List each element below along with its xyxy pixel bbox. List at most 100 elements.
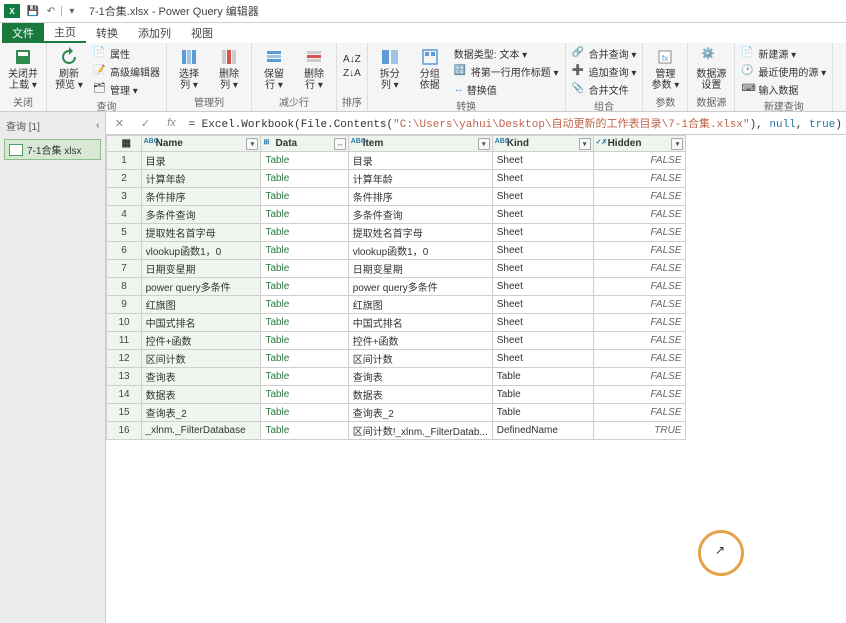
cell-item[interactable]: 区间计数: [348, 350, 492, 368]
cell-name[interactable]: 多条件查询: [141, 206, 261, 224]
row-number[interactable]: 5: [107, 224, 141, 242]
row-number[interactable]: 10: [107, 314, 141, 332]
cell-hidden[interactable]: FALSE: [593, 152, 686, 170]
qat-dropdown-icon[interactable]: ▾: [65, 4, 79, 18]
cell-kind[interactable]: Table: [492, 404, 593, 422]
cell-hidden[interactable]: FALSE: [593, 170, 686, 188]
row-number[interactable]: 3: [107, 188, 141, 206]
cell-name[interactable]: vlookup函数1，0: [141, 242, 261, 260]
cell-name[interactable]: 目录: [141, 152, 261, 170]
table-row[interactable]: 5提取姓名首字母Table提取姓名首字母SheetFALSE: [107, 224, 686, 242]
table-row[interactable]: 15查询表_2Table查询表_2TableFALSE: [107, 404, 686, 422]
cell-data[interactable]: Table: [261, 368, 348, 386]
cell-data[interactable]: Table: [261, 260, 348, 278]
filter-dropdown-icon[interactable]: ▾: [246, 138, 258, 150]
merge-query-button[interactable]: 🔗合并查询 ▾: [570, 45, 639, 62]
cell-kind[interactable]: Sheet: [492, 152, 593, 170]
recent-source-button[interactable]: 🕑最近使用的源 ▾: [739, 63, 828, 80]
row-number[interactable]: 15: [107, 404, 141, 422]
cell-item[interactable]: 条件排序: [348, 188, 492, 206]
manage-params-button[interactable]: fx管理 参数 ▾: [647, 45, 683, 93]
row-number[interactable]: 13: [107, 368, 141, 386]
sort-desc-button[interactable]: Z↓A: [341, 67, 363, 80]
cell-hidden[interactable]: FALSE: [593, 278, 686, 296]
cell-name[interactable]: 中国式排名: [141, 314, 261, 332]
properties-button[interactable]: 📄属性: [91, 45, 162, 62]
table-row[interactable]: 11控件+函数Table控件+函数SheetFALSE: [107, 332, 686, 350]
cell-data[interactable]: Table: [261, 242, 348, 260]
formula-input[interactable]: = Excel.Workbook(File.Contents("C:\Users…: [188, 115, 842, 131]
save-icon[interactable]: 💾: [26, 4, 40, 18]
cell-item[interactable]: 中国式排名: [348, 314, 492, 332]
cell-data[interactable]: Table: [261, 278, 348, 296]
remove-cols-button[interactable]: 删除 列 ▾: [211, 45, 247, 93]
refresh-button[interactable]: 刷新 预览 ▾: [51, 45, 87, 98]
cell-hidden[interactable]: FALSE: [593, 404, 686, 422]
tab-transform[interactable]: 转换: [86, 23, 128, 43]
cell-data[interactable]: Table: [261, 386, 348, 404]
cell-name[interactable]: 提取姓名首字母: [141, 224, 261, 242]
row-number[interactable]: 11: [107, 332, 141, 350]
datatype-button[interactable]: 数据类型: 文本 ▾: [452, 45, 561, 62]
cell-kind[interactable]: Sheet: [492, 224, 593, 242]
cell-item[interactable]: 控件+函数: [348, 332, 492, 350]
table-row[interactable]: 2计算年龄Table计算年龄SheetFALSE: [107, 170, 686, 188]
cell-hidden[interactable]: FALSE: [593, 296, 686, 314]
split-col-button[interactable]: 拆分 列 ▾: [372, 45, 408, 98]
adv-editor-button[interactable]: 📝高级编辑器: [91, 63, 162, 80]
replace-button[interactable]: ↔替换值: [452, 81, 561, 98]
table-row[interactable]: 14数据表Table数据表TableFALSE: [107, 386, 686, 404]
table-row[interactable]: 9红旗图Table红旗图SheetFALSE: [107, 296, 686, 314]
cell-hidden[interactable]: FALSE: [593, 188, 686, 206]
cell-name[interactable]: 查询表_2: [141, 404, 261, 422]
cell-kind[interactable]: Sheet: [492, 206, 593, 224]
row-number[interactable]: 1: [107, 152, 141, 170]
col-data[interactable]: ⊞Data↔: [261, 136, 348, 152]
expand-icon[interactable]: ↔: [334, 138, 346, 150]
cell-kind[interactable]: Sheet: [492, 188, 593, 206]
cell-hidden[interactable]: FALSE: [593, 224, 686, 242]
groupby-button[interactable]: 分组 依据: [412, 45, 448, 98]
enter-data-button[interactable]: ⌨输入数据: [739, 81, 828, 98]
cell-item[interactable]: vlookup函数1，0: [348, 242, 492, 260]
cell-kind[interactable]: Sheet: [492, 296, 593, 314]
close-load-button[interactable]: 关闭并 上载 ▾: [4, 45, 42, 93]
cell-item[interactable]: power query多条件: [348, 278, 492, 296]
cell-name[interactable]: 查询表: [141, 368, 261, 386]
cell-name[interactable]: power query多条件: [141, 278, 261, 296]
table-row[interactable]: 3条件排序Table条件排序SheetFALSE: [107, 188, 686, 206]
row-number[interactable]: 7: [107, 260, 141, 278]
cell-hidden[interactable]: TRUE: [593, 422, 686, 440]
cell-data[interactable]: Table: [261, 332, 348, 350]
row-number[interactable]: 4: [107, 206, 141, 224]
firstrow-header-button[interactable]: 🔠将第一行用作标题 ▾: [452, 63, 561, 80]
cell-hidden[interactable]: FALSE: [593, 242, 686, 260]
cell-data[interactable]: Table: [261, 206, 348, 224]
cell-kind[interactable]: Sheet: [492, 242, 593, 260]
cell-name[interactable]: 红旗图: [141, 296, 261, 314]
cell-item[interactable]: 区间计数!_xlnm._FilterDatab...: [348, 422, 492, 440]
table-row[interactable]: 6vlookup函数1，0Tablevlookup函数1，0SheetFALSE: [107, 242, 686, 260]
file-menu[interactable]: 文件: [2, 23, 44, 43]
datasource-button[interactable]: ⚙️数据源 设置: [692, 45, 730, 93]
cell-data[interactable]: Table: [261, 170, 348, 188]
combine-files-button[interactable]: 📎合并文件: [570, 81, 639, 98]
cell-hidden[interactable]: FALSE: [593, 260, 686, 278]
table-row[interactable]: 10中国式排名Table中国式排名SheetFALSE: [107, 314, 686, 332]
append-query-button[interactable]: ➕追加查询 ▾: [570, 63, 639, 80]
col-kind[interactable]: ABCKind▾: [492, 136, 593, 152]
table-row[interactable]: 8power query多条件Tablepower query多条件SheetF…: [107, 278, 686, 296]
cell-name[interactable]: 条件排序: [141, 188, 261, 206]
cell-name[interactable]: _xlnm._FilterDatabase: [141, 422, 261, 440]
cell-item[interactable]: 计算年龄: [348, 170, 492, 188]
filter-dropdown-icon[interactable]: ▾: [478, 138, 490, 150]
row-number[interactable]: 8: [107, 278, 141, 296]
cell-item[interactable]: 查询表: [348, 368, 492, 386]
cell-hidden[interactable]: FALSE: [593, 350, 686, 368]
cell-hidden[interactable]: FALSE: [593, 368, 686, 386]
cell-item[interactable]: 提取姓名首字母: [348, 224, 492, 242]
cell-name[interactable]: 控件+函数: [141, 332, 261, 350]
filter-dropdown-icon[interactable]: ▾: [671, 138, 683, 150]
fx-icon[interactable]: fx: [162, 114, 180, 132]
collapse-icon[interactable]: ‹: [96, 120, 99, 131]
